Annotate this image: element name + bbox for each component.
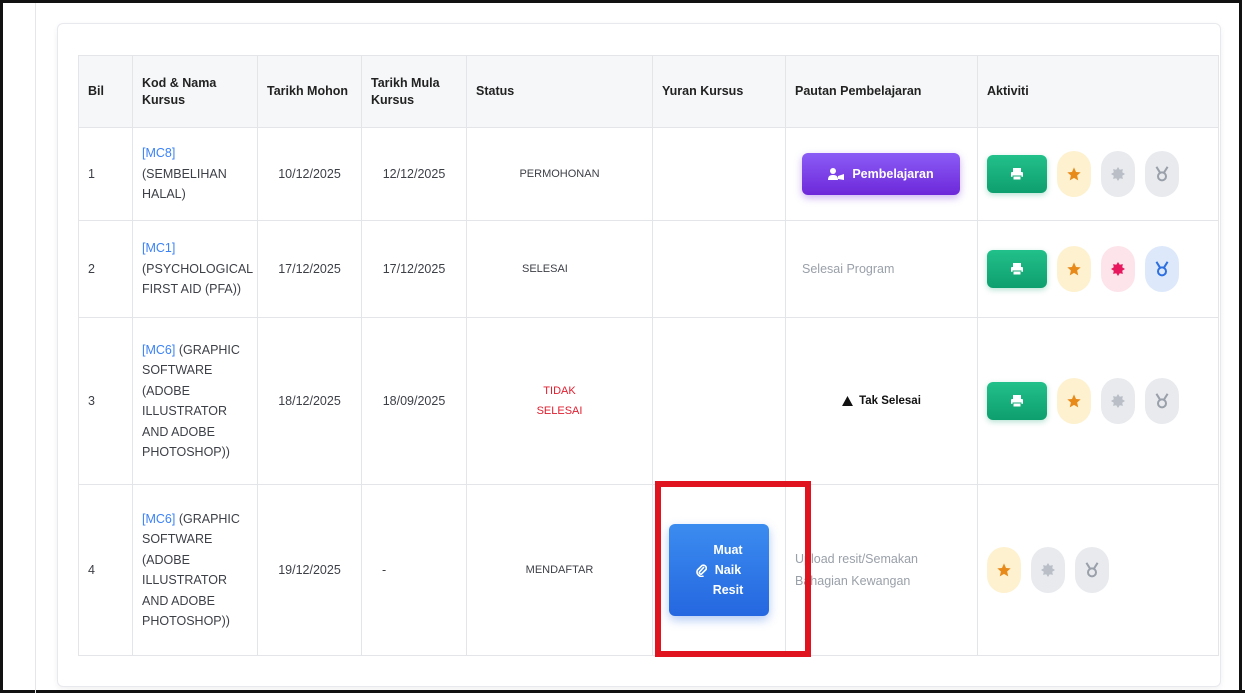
pautan-cell: Tak Selesai — [785, 317, 978, 485]
header-pautan: Pautan Pembelajaran — [785, 55, 978, 128]
badge-button[interactable] — [1031, 547, 1065, 593]
course-table: Bil Kod & Nama Kursus Tarikh Mohon Tarikh… — [78, 55, 1219, 656]
tarikh-mohon: 10/12/2025 — [257, 127, 362, 221]
table-header-row: Bil Kod & Nama Kursus Tarikh Mohon Tarikh… — [78, 55, 1219, 128]
print-icon — [1011, 395, 1023, 408]
tarikh-mohon: 17/12/2025 — [257, 220, 362, 318]
badge-icon — [1111, 262, 1125, 276]
print-icon — [1011, 168, 1023, 181]
row-number: 1 — [78, 127, 133, 221]
medal-icon — [1085, 562, 1099, 578]
course-name: [MC8] (SEMBELIHAN HALAL) — [132, 127, 258, 221]
pautan-cell: Pembelajaran — [785, 127, 978, 221]
badge-button[interactable] — [1101, 246, 1135, 292]
star-icon — [1067, 262, 1081, 276]
aktiviti-cell — [977, 484, 1219, 656]
rating-button[interactable] — [1057, 246, 1091, 292]
course-code-link[interactable]: [MC1] — [142, 241, 175, 255]
pautan-status-text: Upload resit/Semakan Bahagian Kewangan — [795, 552, 918, 588]
warning-icon — [842, 396, 854, 406]
tarikh-mohon: 19/12/2025 — [257, 484, 362, 656]
badge-icon — [1111, 167, 1125, 181]
print-button[interactable] — [987, 382, 1047, 420]
print-button[interactable] — [987, 250, 1047, 288]
tarikh-mula: 18/09/2025 — [361, 317, 467, 485]
star-icon — [1067, 167, 1081, 181]
user-graduate-icon — [828, 168, 845, 180]
status-text: PERMOHONAN — [466, 127, 653, 221]
yuran-cell — [652, 127, 786, 221]
tarikh-mula: 17/12/2025 — [361, 220, 467, 318]
table-row: 1 [MC8] (SEMBELIHAN HALAL) 10/12/2025 12… — [78, 127, 1219, 221]
tarikh-mula: 12/12/2025 — [361, 127, 467, 221]
medal-button[interactable] — [1145, 246, 1179, 292]
star-icon — [997, 563, 1011, 577]
row-number: 4 — [78, 484, 133, 656]
header-aktiviti: Aktiviti — [977, 55, 1219, 128]
header-kod-nama: Kod & Nama Kursus — [132, 55, 258, 128]
frame-border-right — [1239, 0, 1242, 693]
muat-naik-resit-button[interactable]: Muat Naik Resit — [669, 524, 769, 616]
yuran-cell — [652, 220, 786, 318]
status-text: TIDAK SELESAI — [466, 317, 653, 485]
badge-button[interactable] — [1101, 378, 1135, 424]
aktiviti-cell — [977, 127, 1219, 221]
pautan-warning: Tak Selesai — [795, 391, 968, 412]
yuran-cell: Muat Naik Resit — [652, 484, 786, 656]
rating-button[interactable] — [987, 547, 1021, 593]
yuran-cell — [652, 317, 786, 485]
tarikh-mula: - — [361, 484, 467, 656]
course-name: [MC6] (GRAPHIC SOFTWARE (ADOBE ILLUSTRAT… — [132, 484, 258, 656]
print-button[interactable] — [987, 155, 1047, 193]
header-yuran-kursus: Yuran Kursus — [652, 55, 786, 128]
badge-icon — [1111, 394, 1125, 408]
medal-button[interactable] — [1145, 378, 1179, 424]
aktiviti-cell — [977, 220, 1219, 318]
course-code-link[interactable]: [MC6] — [142, 343, 175, 357]
header-status: Status — [466, 55, 653, 128]
page-divider — [35, 3, 36, 693]
status-text: MENDAFTAR — [466, 484, 653, 656]
course-name: [MC1] (PSYCHOLOGICAL FIRST AID (PFA)) — [132, 220, 258, 318]
medal-icon — [1155, 261, 1169, 277]
medal-button[interactable] — [1145, 151, 1179, 197]
course-code-link[interactable]: [MC6] — [142, 512, 175, 526]
course-code-link[interactable]: [MC8] — [142, 146, 175, 160]
rating-button[interactable] — [1057, 151, 1091, 197]
row-number: 3 — [78, 317, 133, 485]
badge-button[interactable] — [1101, 151, 1135, 197]
table-row: 3 [MC6] (GRAPHIC SOFTWARE (ADOBE ILLUSTR… — [78, 317, 1219, 485]
course-name: [MC6] (GRAPHIC SOFTWARE (ADOBE ILLUSTRAT… — [132, 317, 258, 485]
table-row: 4 [MC6] (GRAPHIC SOFTWARE (ADOBE ILLUSTR… — [78, 484, 1219, 656]
pembelajaran-button[interactable]: Pembelajaran — [802, 153, 960, 195]
pautan-status-text: Selesai Program — [802, 261, 895, 276]
status-text: SELESAI — [466, 220, 653, 318]
medal-icon — [1155, 393, 1169, 409]
header-tarikh-mula: Tarikh Mula Kursus — [361, 55, 467, 128]
print-icon — [1011, 263, 1023, 276]
table-row: 2 [MC1] (PSYCHOLOGICAL FIRST AID (PFA)) … — [78, 220, 1219, 318]
medal-button[interactable] — [1075, 547, 1109, 593]
paperclip-icon — [695, 564, 707, 577]
star-icon — [1067, 394, 1081, 408]
header-bil: Bil — [78, 55, 133, 128]
pautan-cell: Upload resit/Semakan Bahagian Kewangan — [785, 484, 978, 656]
tarikh-mohon: 18/12/2025 — [257, 317, 362, 485]
header-tarikh-mohon: Tarikh Mohon — [257, 55, 362, 128]
rating-button[interactable] — [1057, 378, 1091, 424]
medal-icon — [1155, 166, 1169, 182]
aktiviti-cell — [977, 317, 1219, 485]
badge-icon — [1041, 563, 1055, 577]
pautan-cell: Selesai Program — [785, 220, 978, 318]
row-number: 2 — [78, 220, 133, 318]
